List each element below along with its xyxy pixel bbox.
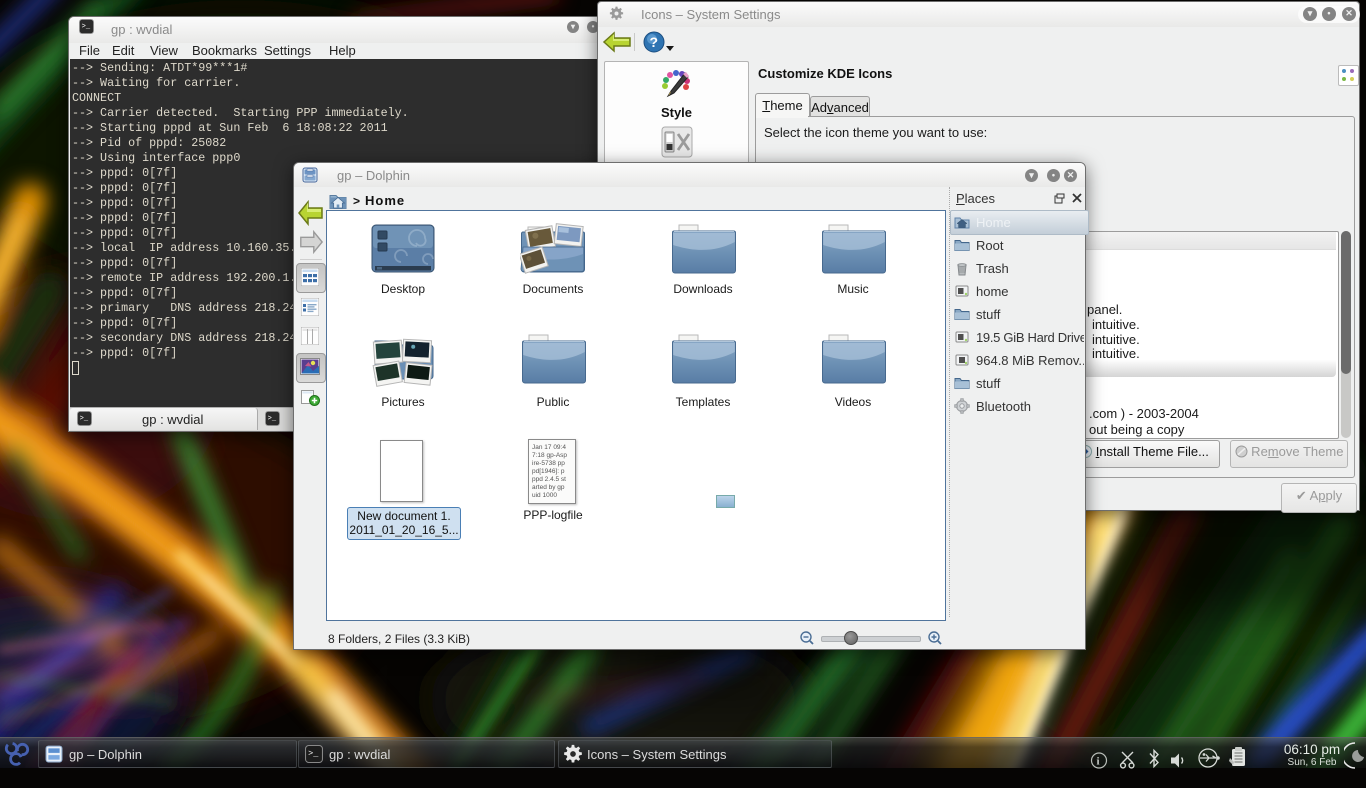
svg-text:i: i	[1097, 756, 1100, 768]
svg-text:>_: >_	[82, 23, 91, 31]
svg-text:>_: >_	[80, 415, 89, 423]
svg-text:?: ?	[650, 34, 659, 50]
svg-text:>_: >_	[268, 415, 277, 423]
svg-text:>_: >_	[308, 749, 319, 759]
